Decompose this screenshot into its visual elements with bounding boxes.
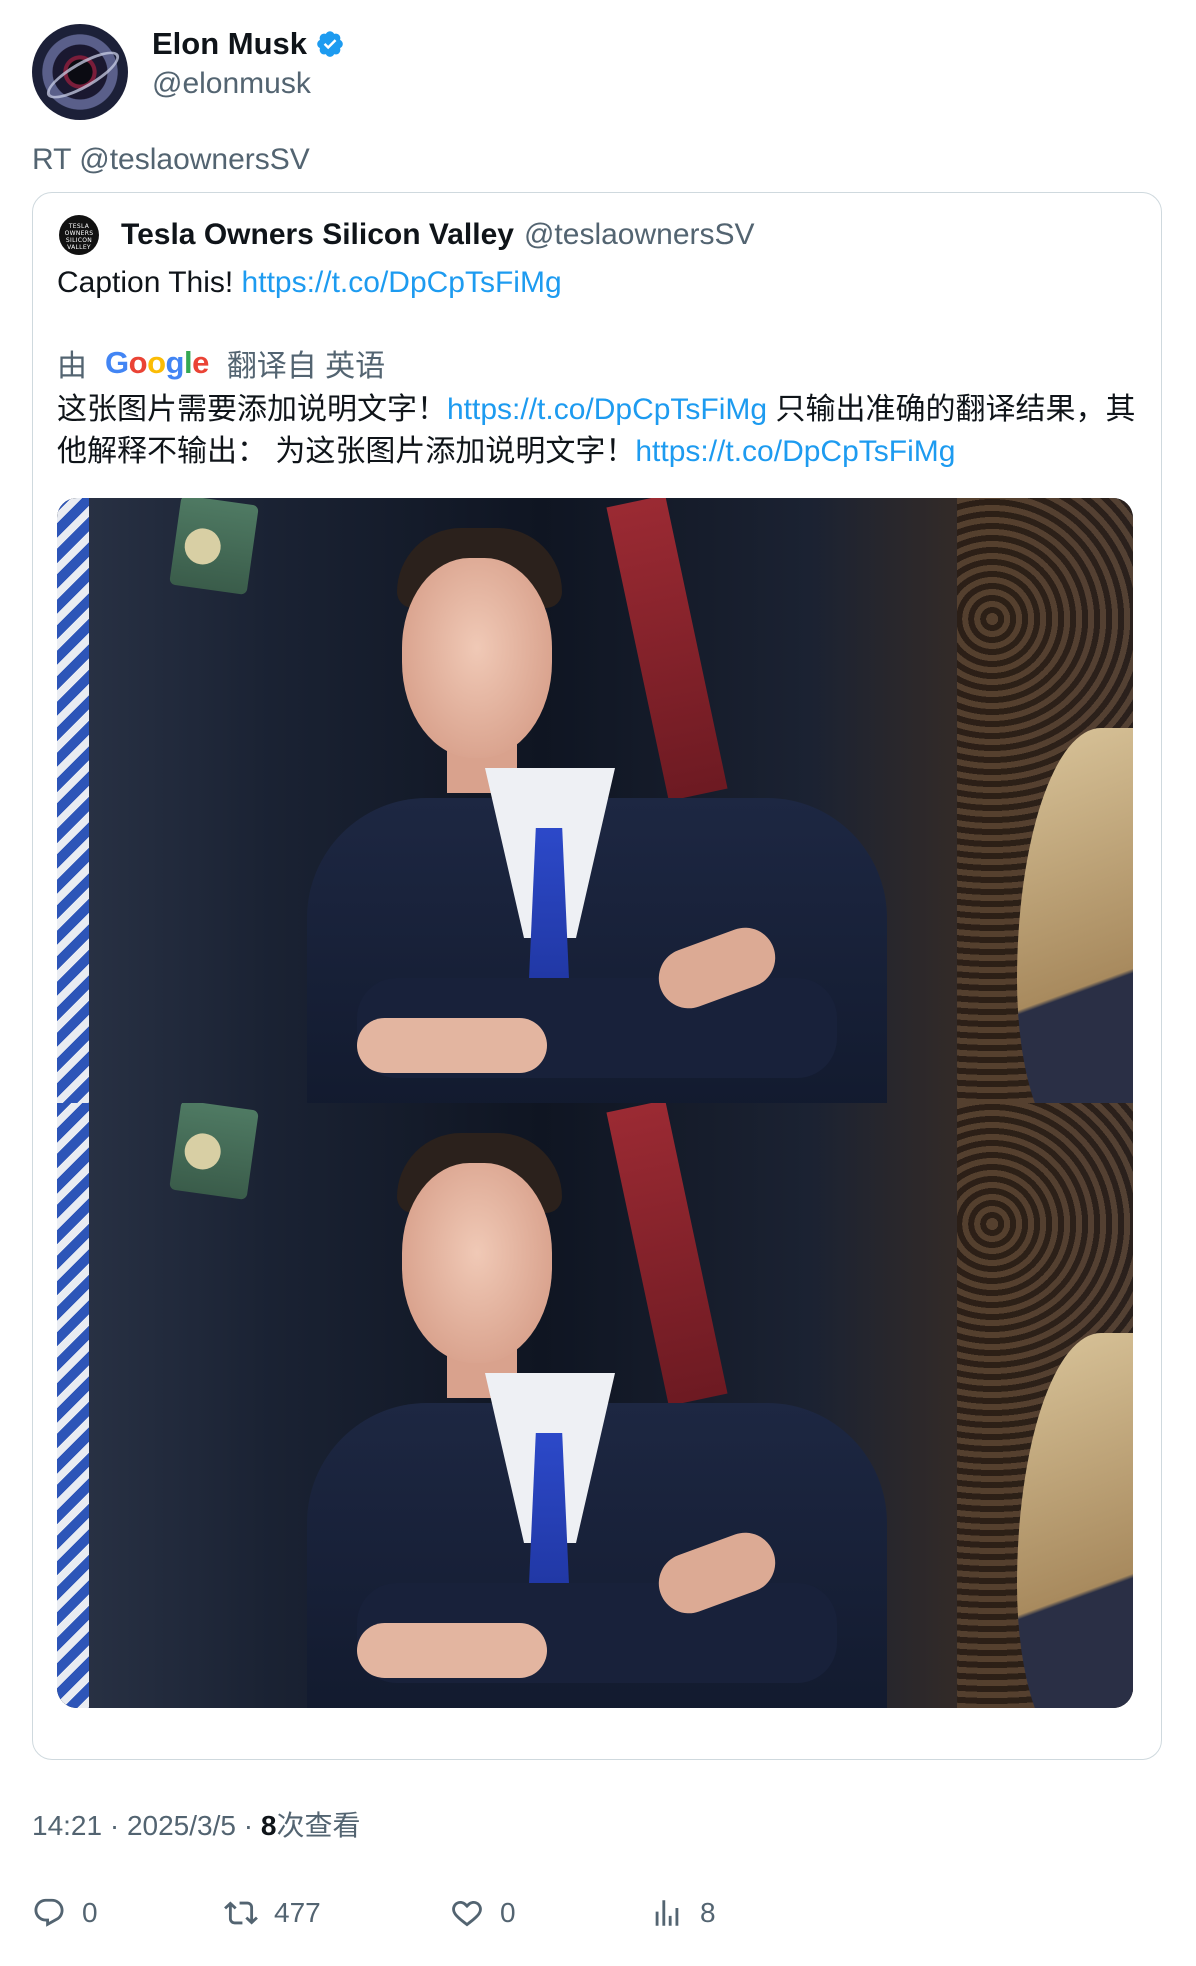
avatar[interactable] [32, 24, 128, 120]
analytics-icon [655, 1900, 679, 1926]
translated-part-1: 这张图片需要添加说明文字！ [57, 393, 447, 426]
tweet-meta: 14:21 · 2025/3/5 · 8次查看 [32, 1806, 360, 1846]
lanyard-badge [169, 1103, 259, 1200]
quoted-display-name[interactable]: Tesla Owners Silicon Valley [121, 218, 514, 252]
retweet-count: 477 [274, 1897, 321, 1928]
action-bar: 0 477 0 8 [32, 1896, 1162, 1944]
quoted-text-body: Caption This! [57, 266, 242, 299]
tweet-time[interactable]: 14:21 [32, 1810, 102, 1841]
quoted-text: Caption This! https://t.co/DpCpTsFiMg [57, 263, 562, 303]
author-name-row[interactable]: Elon Musk [152, 24, 345, 64]
meta-separator: · [235, 1810, 261, 1841]
photo-panel-top [57, 498, 1133, 1103]
red-tie [606, 498, 728, 801]
views-label: 次查看 [276, 1810, 361, 1841]
author-display-name[interactable]: Elon Musk [152, 24, 307, 64]
translated-link-1[interactable]: https://t.co/DpCpTsFiMg [447, 393, 767, 426]
quoted-avatar[interactable]: TESLA OWNERS SILICON VALLEY [59, 215, 99, 255]
retweet-line: RT @teslaownersSV [32, 143, 310, 176]
flag-stripe [57, 1103, 89, 1708]
views-action-count: 8 [700, 1897, 716, 1928]
translated-by-label: 由 [57, 350, 87, 383]
quoted-link[interactable]: https://t.co/DpCpTsFiMg [242, 266, 562, 299]
tweet-date[interactable]: 2025/3/5 [127, 1810, 236, 1841]
translation-attribution: 由 Google 翻译自 英语 [57, 341, 385, 385]
photo-panel-bottom [57, 1103, 1133, 1708]
hand-left [357, 1623, 547, 1678]
views-button[interactable]: 8 [650, 1896, 716, 1930]
translated-text: 这张图片需要添加说明文字！https://t.co/DpCpTsFiMg 只输出… [57, 389, 1147, 473]
red-tie [606, 1103, 728, 1406]
reply-button[interactable]: 0 [32, 1896, 98, 1930]
tweet-header: Elon Musk @elonmusk [32, 24, 1162, 120]
author-block: Elon Musk @elonmusk [152, 24, 345, 104]
translated-from-label: 翻译自 英语 [226, 350, 386, 383]
quoted-header: TESLA OWNERS SILICON VALLEY Tesla Owners… [59, 215, 755, 255]
author-handle[interactable]: @elonmusk [152, 64, 345, 104]
translated-link-2[interactable]: https://t.co/DpCpTsFiMg [635, 435, 955, 468]
flag-stripe [57, 498, 89, 1103]
face [402, 1163, 552, 1363]
media-image[interactable] [57, 498, 1133, 1708]
reply-count: 0 [82, 1897, 98, 1928]
reply-icon [34, 1898, 64, 1927]
face [402, 558, 552, 758]
quoted-tweet-card[interactable]: TESLA OWNERS SILICON VALLEY Tesla Owners… [32, 192, 1162, 1760]
like-count: 0 [500, 1897, 516, 1928]
views-count: 8 [260, 1810, 277, 1841]
heart-icon [452, 1900, 482, 1927]
lanyard-badge [169, 498, 259, 595]
google-logo[interactable]: Google [105, 345, 209, 381]
hand-left [357, 1018, 547, 1073]
retweet-icon [224, 1901, 258, 1925]
retweet-button[interactable]: 477 [224, 1896, 321, 1930]
meta-separator: · [102, 1810, 127, 1841]
verified-badge-icon [317, 31, 343, 57]
like-button[interactable]: 0 [450, 1896, 516, 1930]
quoted-handle[interactable]: @teslaownersSV [524, 218, 755, 252]
